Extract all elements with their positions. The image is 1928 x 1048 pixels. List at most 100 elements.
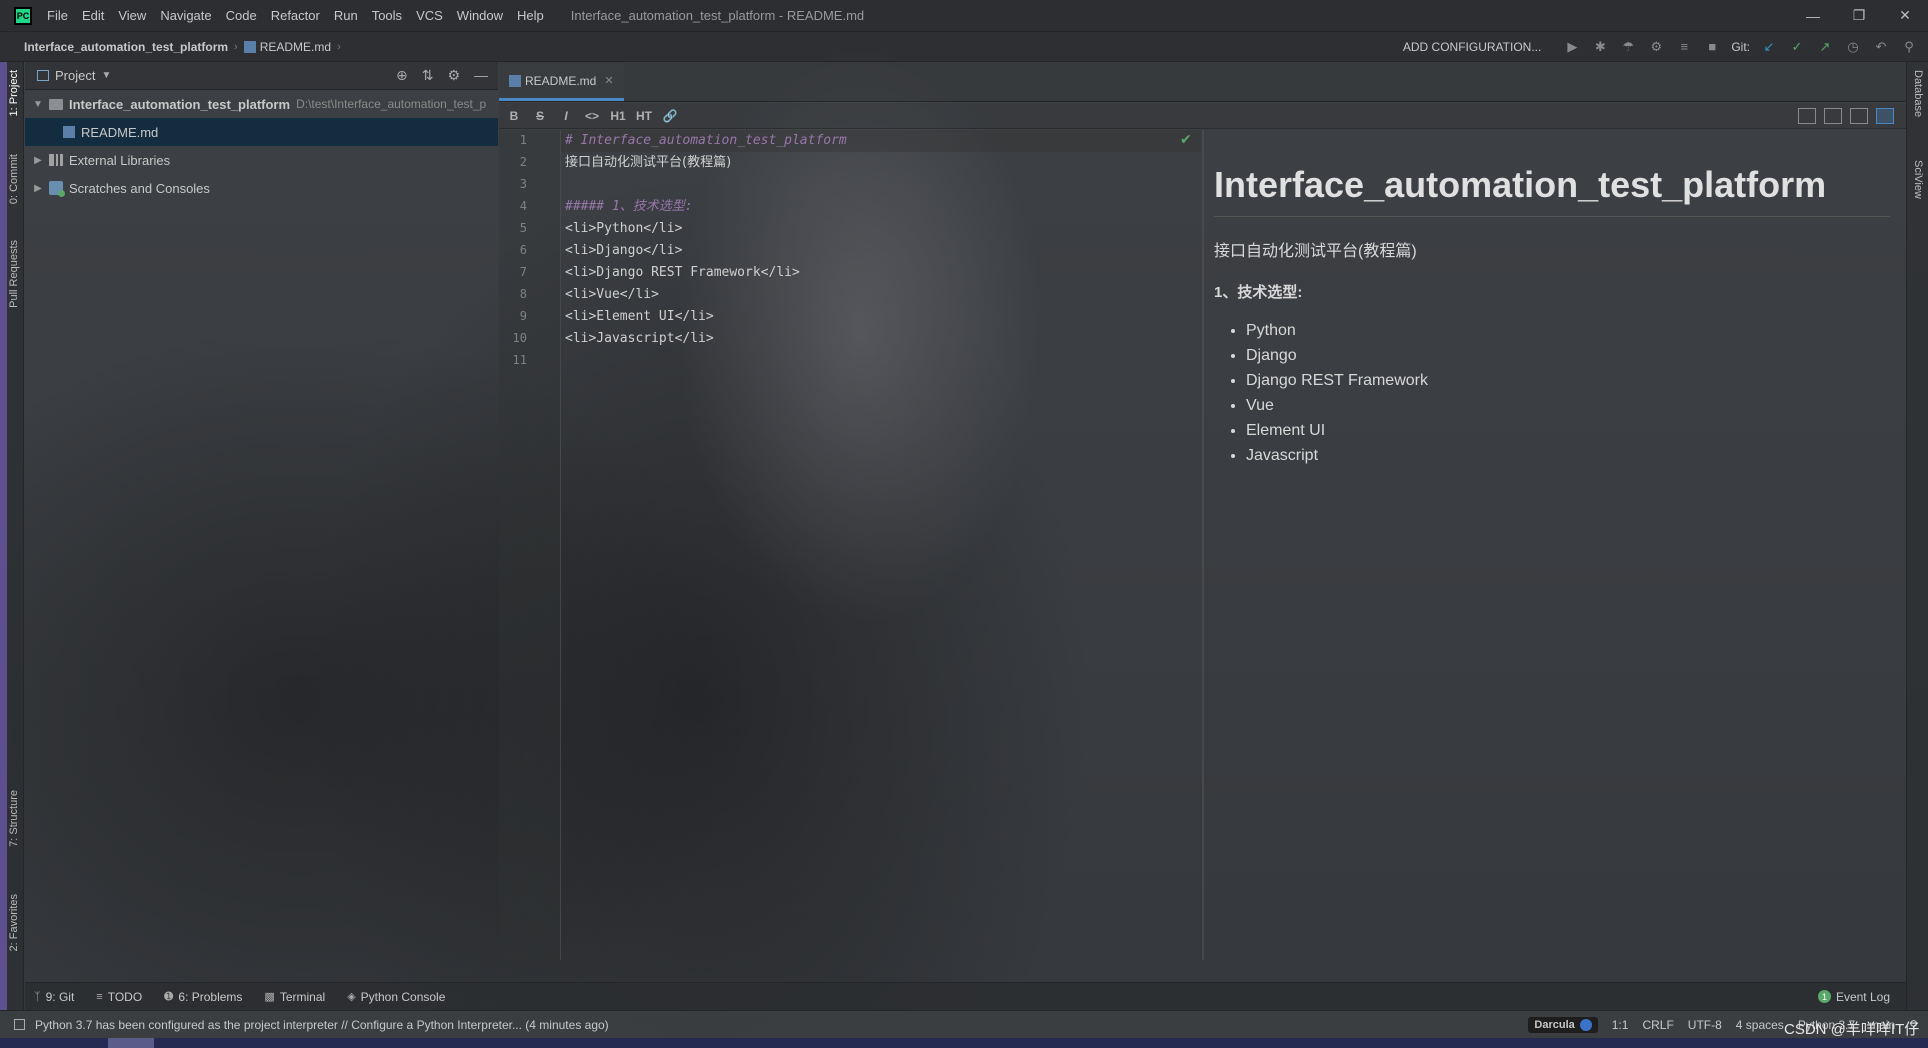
menu-edit[interactable]: Edit [75, 8, 111, 23]
chevron-down-icon[interactable]: ▼ [101, 70, 111, 81]
menu-window[interactable]: Window [450, 8, 510, 23]
code-editor[interactable]: # Interface_automation_test_platform 接口自… [565, 130, 1201, 960]
tab-git[interactable]: ᛉ 9: Git [25, 990, 83, 1004]
git-label: Git: [1731, 39, 1750, 54]
menu-vcs[interactable]: VCS [409, 8, 450, 23]
menu-run[interactable]: Run [327, 8, 365, 23]
stop-icon[interactable]: ■ [1703, 38, 1721, 56]
git-update-icon[interactable]: ↙ [1760, 38, 1778, 56]
coverage-icon[interactable]: ☂ [1619, 38, 1637, 56]
header-button[interactable]: H1 [605, 109, 631, 123]
history-icon[interactable]: ◷ [1844, 38, 1862, 56]
window-title: Interface_automation_test_platform - REA… [570, 8, 865, 23]
tab-pull-requests[interactable]: Pull Requests [8, 240, 20, 308]
chevron-right-icon[interactable]: ▶ [31, 155, 45, 166]
tree-item-scratches[interactable]: ▶ Scratches and Consoles [25, 174, 498, 202]
bottom-tool-tabs: ᛉ 9: Git ≡ TODO ➊ 6: Problems ▩ Terminal ◈ Py… [25, 982, 1906, 1010]
line-number: 3 [519, 177, 527, 191]
file-encoding[interactable]: UTF-8 [1688, 1018, 1722, 1032]
watermark: CSDN @羊咩咩IT仔 [1784, 1021, 1920, 1038]
taskbar-strip [0, 1038, 1928, 1048]
search-icon[interactable]: ⚲ [1900, 38, 1918, 56]
info-icon: ➊ [164, 991, 174, 1003]
collapse-all-icon[interactable]: ⇅ [422, 67, 434, 84]
breadcrumb-project[interactable]: Interface_automation_test_platform [24, 40, 228, 54]
link-icon[interactable]: 🔗 [657, 109, 683, 123]
tab-commit[interactable]: 0: Commit [8, 154, 20, 204]
tree-item-external-libraries[interactable]: ▶ External Libraries [25, 146, 498, 174]
chevron-down-icon[interactable]: ▼ [31, 99, 45, 110]
tab-problems[interactable]: ➊ 6: Problems [155, 990, 251, 1004]
close-icon[interactable]: ✕ [1882, 0, 1928, 32]
git-push-icon[interactable]: ↗ [1816, 38, 1834, 56]
navigation-bar: Interface_automation_test_platform › REA… [0, 32, 1928, 62]
list-item: Javascript [1246, 443, 1904, 468]
table-header-button[interactable]: HT [631, 109, 657, 123]
code-line: <li>Django REST Framework</li> [565, 265, 800, 280]
tree-root[interactable]: ▼ Interface_automation_test_platform D:\… [25, 90, 498, 118]
hide-icon[interactable]: — [474, 67, 488, 84]
strikethrough-button[interactable]: S [527, 109, 553, 123]
add-configuration-button[interactable]: ADD CONFIGURATION... [1403, 40, 1541, 54]
menu-file[interactable]: File [40, 8, 75, 23]
menu-view[interactable]: View [111, 8, 153, 23]
tree-root-path: D:\test\Interface_automation_test_p [296, 97, 487, 111]
profile-icon[interactable]: ⚙ [1647, 38, 1665, 56]
editor-and-preview-icon[interactable] [1824, 107, 1842, 124]
restore-icon[interactable]: ❐ [1836, 0, 1882, 32]
main-menu: File Edit View Navigate Code Refactor Ru… [40, 8, 551, 23]
line-number: 6 [519, 243, 527, 257]
preview-only-icon[interactable] [1850, 107, 1868, 124]
close-icon[interactable]: ✕ [604, 74, 613, 87]
status-message[interactable]: Python 3.7 has been configured as the pr… [35, 1018, 609, 1032]
tab-project[interactable]: 1: Project [8, 70, 20, 116]
list-item: Python [1246, 318, 1904, 343]
menu-help[interactable]: Help [510, 8, 551, 23]
menu-tools[interactable]: Tools [365, 8, 409, 23]
taskbar-item[interactable] [108, 1038, 154, 1048]
theme-switcher[interactable]: Darcula [1528, 1016, 1598, 1033]
tab-database[interactable]: Database [1912, 70, 1924, 117]
run-icon[interactable]: ▶ [1563, 38, 1581, 56]
minimize-icon[interactable]: — [1790, 0, 1836, 32]
gear-icon[interactable]: ⚙ [447, 67, 460, 84]
indent-setting[interactable]: 4 spaces [1736, 1018, 1784, 1032]
locate-icon[interactable]: ⊕ [396, 67, 408, 84]
menu-code[interactable]: Code [219, 8, 264, 23]
tab-structure[interactable]: 7: Structure [8, 790, 20, 847]
chevron-right-icon[interactable]: ▶ [31, 183, 45, 194]
toggle-tool-windows-icon[interactable] [14, 1019, 25, 1030]
tab-favorites[interactable]: 2: Favorites [8, 894, 20, 951]
breadcrumb: Interface_automation_test_platform › REA… [24, 40, 347, 54]
breadcrumb-file[interactable]: README.md [260, 40, 331, 54]
italic-button[interactable]: I [553, 109, 579, 123]
library-icon [49, 154, 63, 166]
tab-todo[interactable]: ≡ TODO [87, 990, 151, 1004]
bold-button[interactable]: B [501, 109, 527, 123]
tab-sciview[interactable]: SciView [1912, 160, 1924, 199]
tree-item-readme[interactable]: README.md [25, 118, 498, 146]
git-commit-icon[interactable]: ✓ [1788, 38, 1806, 56]
code-line: <li>Javascript</li> [565, 331, 714, 346]
line-number: 9 [519, 309, 527, 323]
menu-navigate[interactable]: Navigate [153, 8, 218, 23]
project-view-selector[interactable]: Project [55, 68, 95, 83]
theme-dot-icon [1579, 1018, 1592, 1031]
no-problems-check-icon[interactable]: ✔ [1180, 131, 1192, 148]
code-button[interactable]: <> [579, 109, 605, 123]
build-icon[interactable]: ≡ [1675, 38, 1693, 56]
editor-preview-splitter[interactable] [1202, 130, 1204, 960]
tab-terminal[interactable]: ▩ Terminal [255, 990, 334, 1004]
editor-only-icon[interactable] [1798, 107, 1816, 124]
tab-event-log[interactable]: 1 Event Log [1817, 990, 1906, 1004]
menu-refactor[interactable]: Refactor [264, 8, 327, 23]
terminal-icon: ▩ [264, 991, 275, 1003]
markdown-file-icon [509, 74, 521, 87]
line-separator[interactable]: CRLF [1642, 1018, 1673, 1032]
layout-toggle-icon[interactable] [1876, 107, 1894, 124]
tab-readme[interactable]: README.md ✕ [499, 63, 624, 101]
rollback-icon[interactable]: ↶ [1872, 38, 1890, 56]
tab-python-console[interactable]: ◈ Python Console [338, 990, 454, 1004]
caret-position[interactable]: 1:1 [1612, 1018, 1629, 1032]
debug-icon[interactable]: ✱ [1591, 38, 1609, 56]
